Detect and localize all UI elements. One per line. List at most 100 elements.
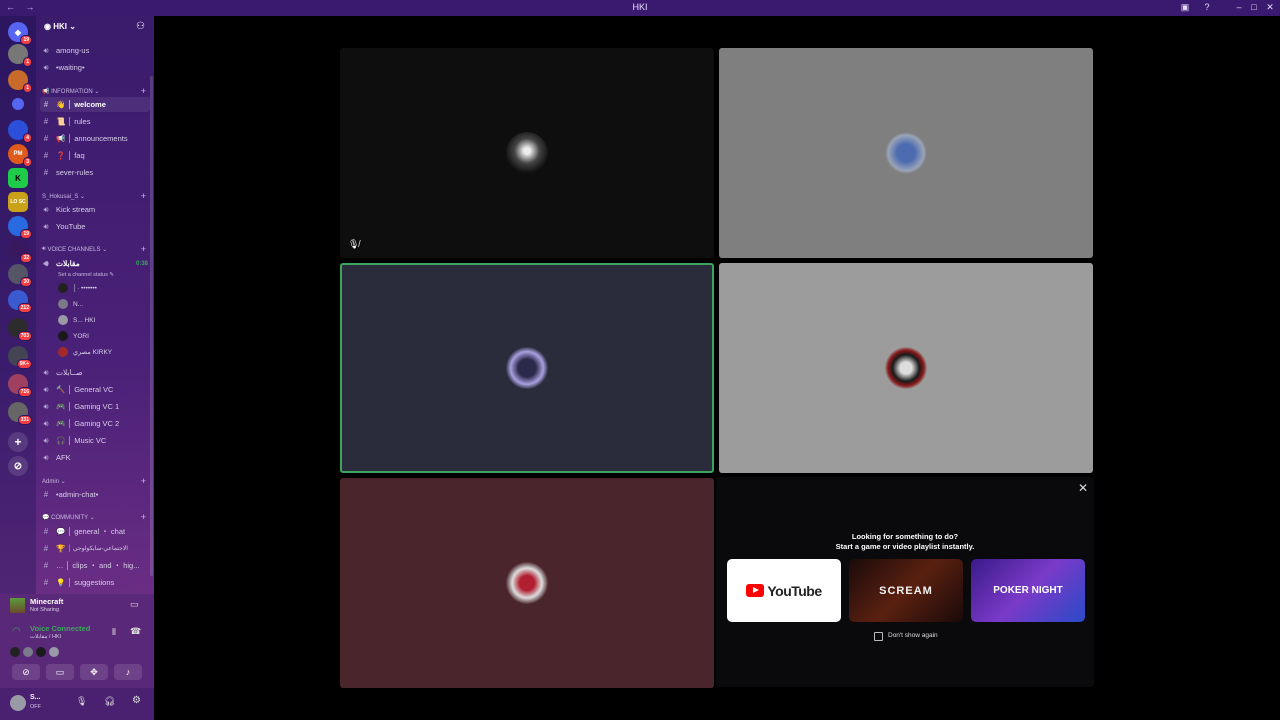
server-icon[interactable]: 1 [8, 44, 32, 67]
server-icon[interactable]: LO SC [8, 192, 28, 212]
microphone-icon[interactable]: 🎙︎ [76, 696, 87, 707]
server-icon[interactable]: 4 [8, 120, 32, 143]
server-icon[interactable]: 703 [8, 318, 32, 341]
screen-share-icon[interactable]: ▭ [130, 599, 139, 610]
window-title: HKI [632, 2, 648, 12]
category-information[interactable]: 📢 INFORMATION ⌄ + [42, 86, 146, 96]
text-channel[interactable]: # 📢 │ announcements [40, 131, 150, 146]
category-admin[interactable]: Admin ⌄ + [42, 476, 146, 486]
soundboard-button[interactable]: ♪ [114, 664, 142, 680]
voice-user[interactable]: S... HKI [58, 313, 95, 327]
video-tile[interactable]: 🎙︎̸ [340, 48, 714, 258]
server-icon[interactable]: 9K+ [8, 346, 32, 369]
voice-user[interactable]: N... [58, 297, 83, 311]
text-channel[interactable]: # •admin-chat• [40, 487, 150, 502]
kick-server-icon[interactable]: K [8, 168, 28, 188]
dont-show-label: Don't show again [888, 632, 938, 639]
share-screen-button[interactable]: ▭ [46, 664, 74, 680]
activity-heading: Looking for something to do? [851, 532, 959, 541]
text-channel[interactable]: # 💡 │ suggestions [40, 575, 150, 590]
voice-channel[interactable]: 🔊︎ 🎮 │ Gaming VC 1 [40, 399, 150, 414]
poker-night-card[interactable]: POKER NIGHT [971, 559, 1085, 622]
text-channel[interactable]: # ❓ │ faq [40, 148, 150, 163]
server-icon[interactable]: 716 [8, 374, 32, 397]
server-icon[interactable]: PM 3 [8, 144, 32, 167]
voice-status[interactable]: Voice Connected [30, 624, 90, 633]
maximize-icon[interactable]: □ [1247, 2, 1261, 12]
close-icon[interactable]: ✕ [1078, 481, 1088, 495]
dont-show-checkbox[interactable] [874, 632, 883, 641]
hash-icon: # [43, 134, 49, 143]
server-name[interactable]: ◉ HKI ⌄ [44, 22, 76, 31]
video-tile-speaking[interactable] [340, 263, 714, 473]
folder-icon[interactable] [12, 98, 24, 110]
speaker-icon: 🔊︎ [43, 258, 49, 268]
category-hokusai[interactable]: S_Hokusai_S ⌄ + [42, 191, 146, 201]
discover-icon[interactable]: ⊘ [8, 456, 28, 476]
server-icon[interactable]: 1 [8, 70, 32, 93]
youtube-card[interactable]: YouTube [727, 559, 841, 622]
add-channel-icon[interactable]: + [141, 86, 146, 96]
server-icon[interactable]: ◆ 19 [8, 22, 32, 45]
noise-suppression-icon[interactable]: ⦀ [112, 627, 116, 638]
video-tile[interactable] [719, 263, 1093, 473]
voice-channel[interactable]: 🔊︎ AFK [40, 450, 150, 465]
user-status: OFF [30, 704, 41, 710]
voice-user[interactable]: YORI [58, 329, 89, 343]
text-channel[interactable]: #… │ clips ・ and ・ hig... [40, 558, 150, 573]
voice-user[interactable]: ‏مصري KIRKY [58, 345, 112, 359]
channel-sidebar: ◉ HKI ⌄ ⚇ 🔊︎ among-us 🔊︎ •waiting• 📢 INFOR… [36, 16, 154, 594]
avatar [506, 347, 548, 389]
voice-channel[interactable]: 🔊︎ Kick stream [40, 202, 150, 217]
text-channel[interactable]: # 🏆 │ الاجتماعي-سايكولوجي [40, 541, 150, 556]
voice-channel[interactable]: 🔊︎ 🎮 │ Gaming VC 2 [40, 416, 150, 431]
hash-icon: # [43, 168, 49, 177]
category-voice[interactable]: 🔊︎ VOICE CHANNELS ⌄ + [42, 244, 146, 254]
video-off-button[interactable]: ⊘ [12, 664, 40, 680]
scream-card[interactable]: SCREAM [849, 559, 963, 622]
inbox-icon[interactable]: ▣ [1178, 2, 1192, 13]
avatar [885, 347, 927, 389]
voice-channel[interactable]: 🔊︎ صــابلات [40, 365, 150, 380]
help-icon[interactable]: ? [1200, 2, 1214, 12]
add-member-icon[interactable]: ⚇ [136, 21, 145, 32]
minecraft-icon [10, 598, 25, 613]
settings-icon[interactable]: ⚙ [132, 695, 141, 706]
channel-status[interactable]: Set a channel status ✎ [58, 268, 114, 282]
voice-channel[interactable]: 🔊︎ YouTube [40, 219, 150, 234]
add-channel-icon[interactable]: + [141, 476, 146, 486]
add-server-icon[interactable]: + [8, 432, 28, 452]
video-tile[interactable] [340, 478, 714, 688]
hash-icon: # [43, 544, 49, 553]
add-channel-icon[interactable]: + [141, 191, 146, 201]
bottom-panels: Minecraft Not Sharing ▭ ◠ Voice Connecte… [0, 594, 154, 720]
close-window-icon[interactable]: ✕ [1263, 2, 1277, 13]
voice-channel[interactable]: 🔊︎ among-us [40, 43, 150, 58]
text-channel[interactable]: # sever-rules [40, 165, 150, 180]
add-channel-icon[interactable]: + [141, 244, 146, 254]
server-icon[interactable]: 32 [8, 240, 32, 263]
avatar[interactable] [10, 695, 26, 711]
video-tile[interactable] [719, 48, 1093, 258]
text-channel[interactable]: # 📜 │ rules [40, 114, 150, 129]
add-channel-icon[interactable]: + [141, 512, 146, 522]
server-icon[interactable]: 30 [8, 264, 32, 287]
server-icon[interactable]: 19 [8, 216, 32, 239]
category-community[interactable]: 💬 COMMUNITY ⌄ + [42, 512, 146, 522]
activities-button[interactable]: ✥ [80, 664, 108, 680]
voice-channel-path[interactable]: مقابلات / HKI [30, 634, 61, 640]
voice-channel[interactable]: 🔊︎ 🎧 │ Music VC [40, 433, 150, 448]
disconnect-icon[interactable]: ☎ [130, 626, 141, 637]
voice-channel[interactable]: 🔊︎ •waiting• [40, 60, 150, 75]
speaker-icon: 🔊︎ [43, 435, 49, 445]
server-icon[interactable]: 212 [8, 290, 32, 313]
avatar [885, 132, 927, 174]
scrollbar[interactable] [150, 76, 153, 576]
text-channel[interactable]: # 💬 │ general ・ chat [40, 524, 150, 539]
text-channel-welcome[interactable]: # 👋 │ welcome [40, 97, 150, 112]
minimize-icon[interactable]: – [1232, 2, 1246, 12]
headphones-icon[interactable]: 🎧︎ [104, 696, 115, 707]
voice-user[interactable]: │· ••••••• [58, 281, 97, 295]
voice-channel[interactable]: 🔊︎ 🔨 │ General VC [40, 382, 150, 397]
server-icon[interactable]: 331 [8, 402, 32, 425]
